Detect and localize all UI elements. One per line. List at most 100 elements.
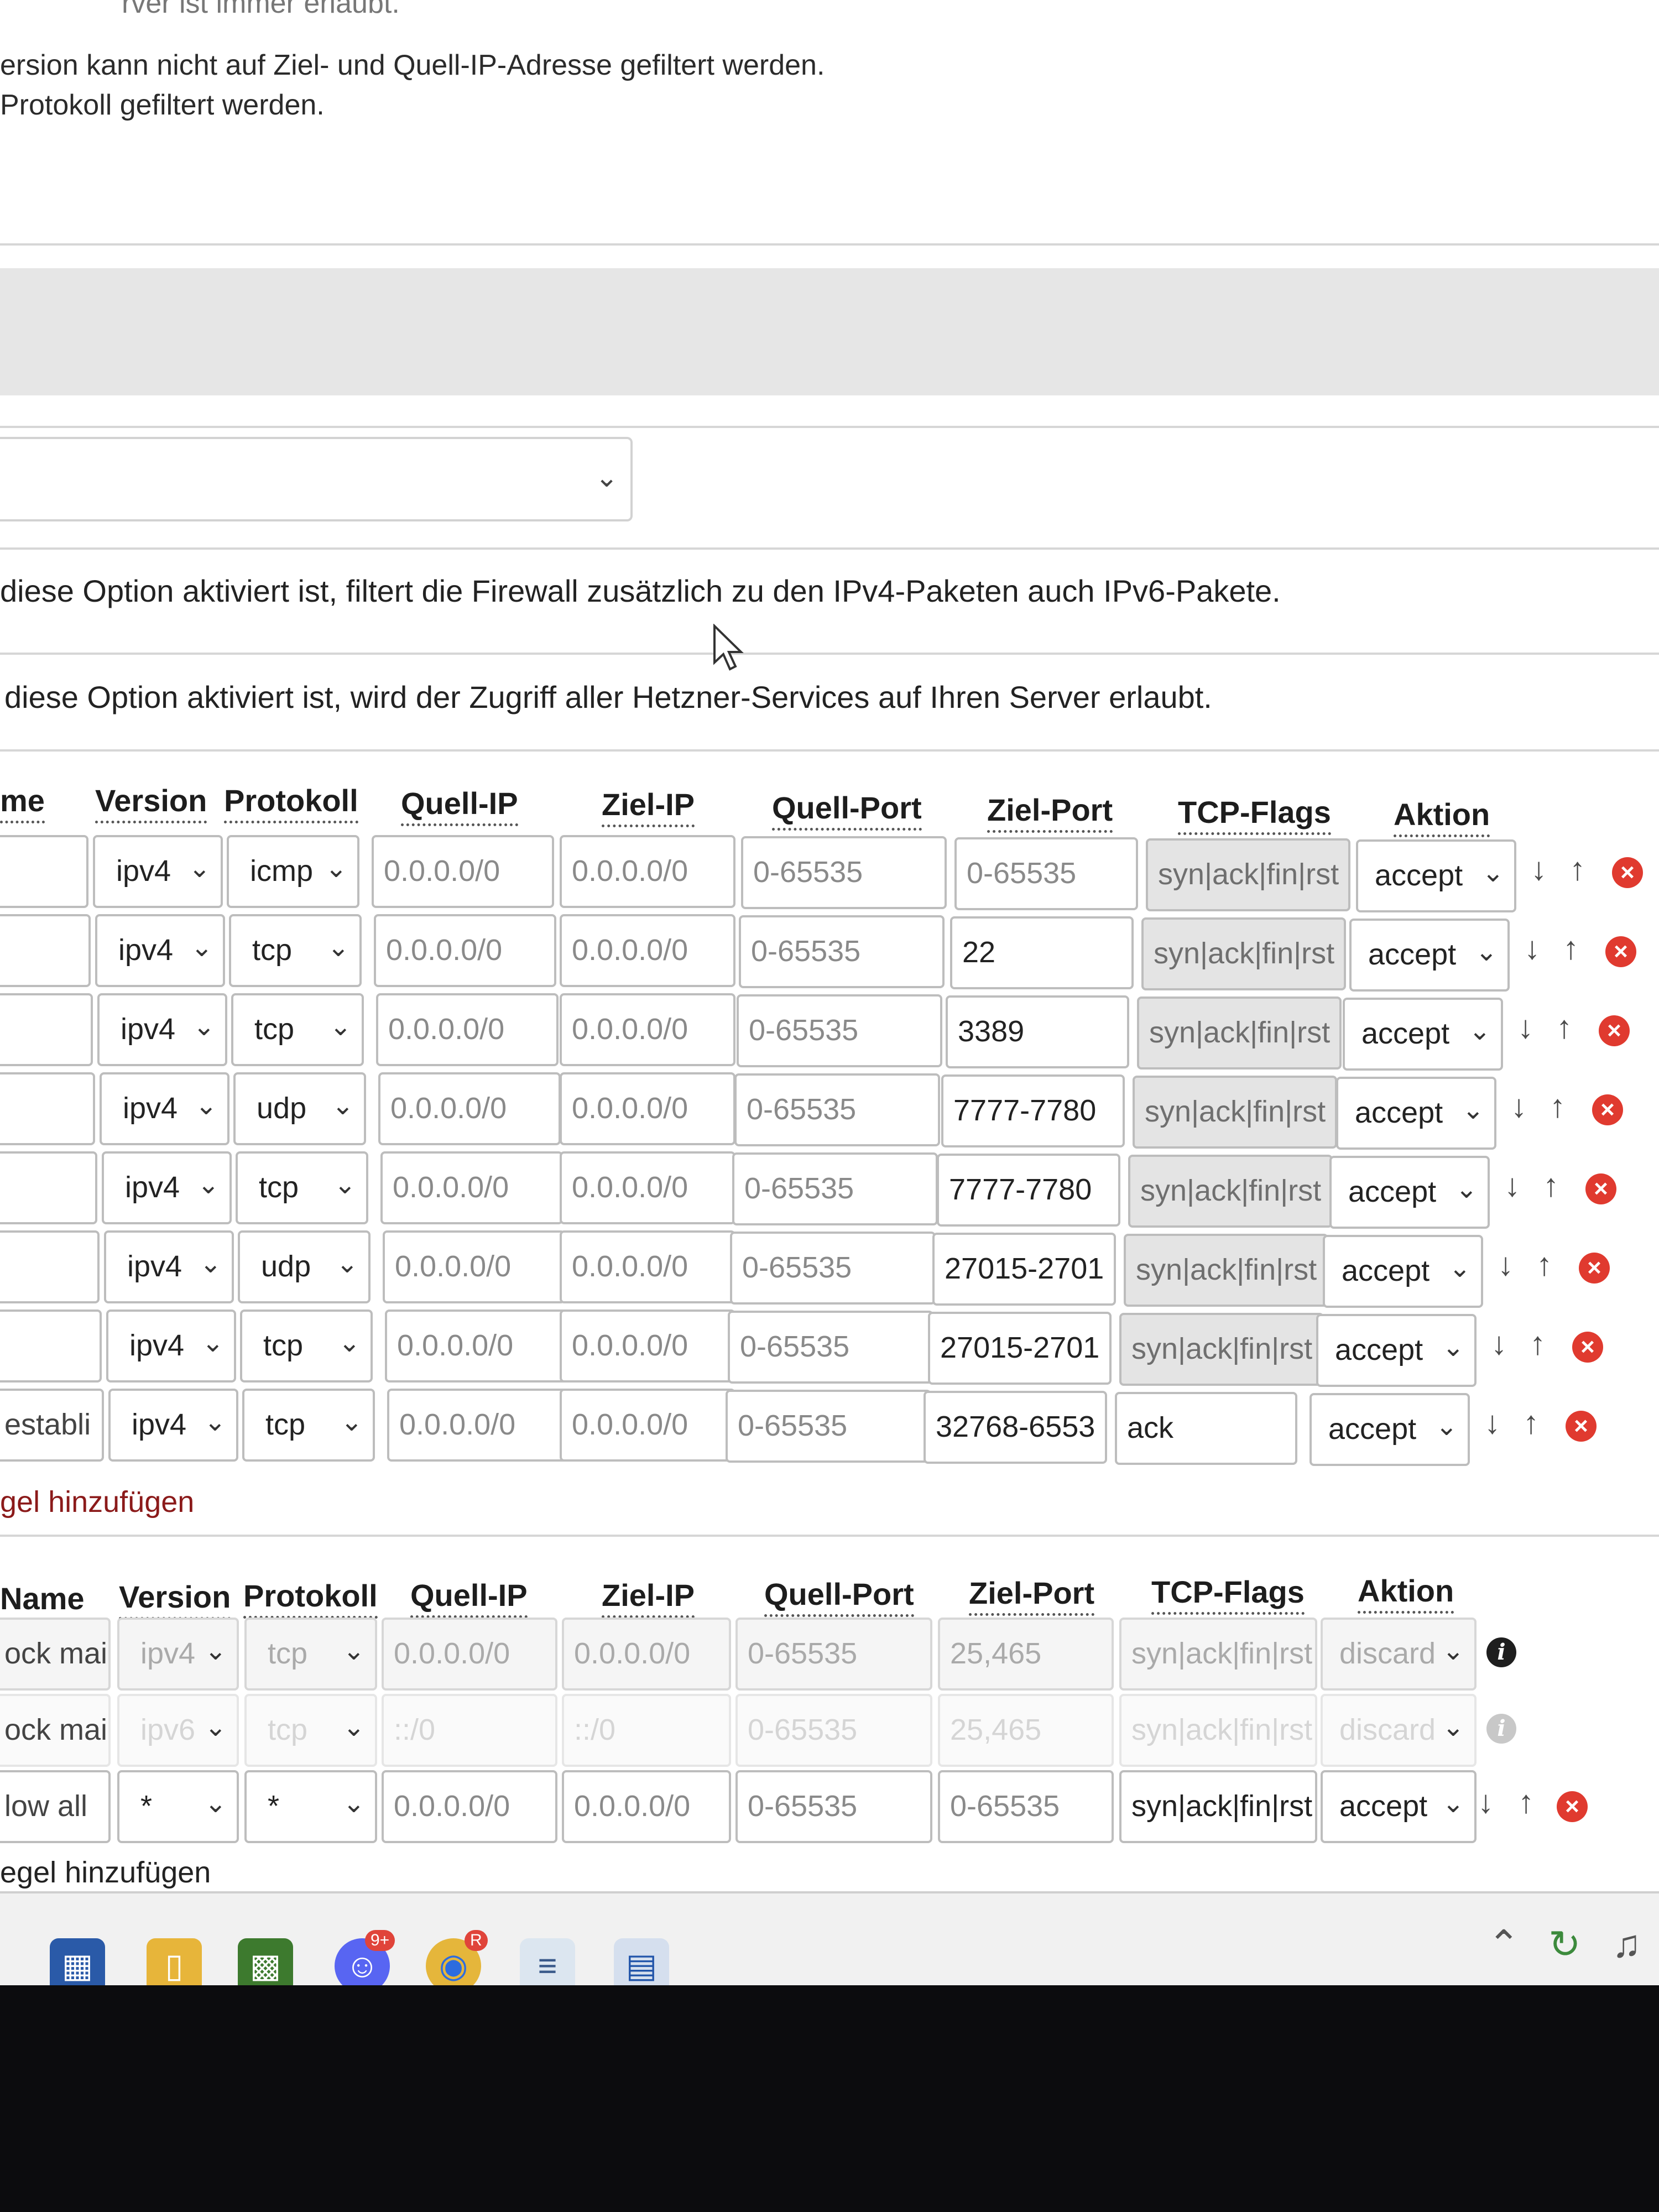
rule-name-input[interactable]: low all bbox=[0, 1770, 111, 1843]
move-up-icon[interactable]: ↑ bbox=[1550, 1088, 1566, 1125]
tcp-flags-input[interactable]: syn|ack|fin|rst bbox=[1137, 997, 1342, 1070]
move-up-icon[interactable]: ↑ bbox=[1569, 851, 1585, 888]
move-down-icon[interactable]: ↓ bbox=[1517, 1009, 1533, 1046]
destination-port-input[interactable]: 32768-6553 bbox=[924, 1391, 1107, 1464]
destination-ip-input[interactable]: 0.0.0.0/0 bbox=[560, 993, 735, 1066]
protocol-select[interactable]: tcp ⌄ bbox=[229, 914, 362, 987]
rule-name-input[interactable] bbox=[0, 914, 91, 987]
source-ip-input[interactable]: 0.0.0.0/0 bbox=[382, 1770, 557, 1843]
header-tcp-flags-2[interactable]: TCP-Flags bbox=[1151, 1574, 1305, 1615]
delete-rule-icon[interactable]: × bbox=[1579, 1253, 1610, 1284]
header-action[interactable]: Aktion bbox=[1394, 796, 1490, 837]
delete-rule-icon[interactable]: × bbox=[1605, 936, 1636, 967]
move-down-icon[interactable]: ↓ bbox=[1511, 1088, 1527, 1125]
rule-name-input[interactable] bbox=[0, 1072, 95, 1145]
delete-rule-icon[interactable]: × bbox=[1572, 1332, 1603, 1363]
header-source-port-2[interactable]: Quell-Port bbox=[764, 1576, 914, 1617]
destination-port-input[interactable]: 22 bbox=[950, 916, 1134, 989]
header-action-2[interactable]: Aktion bbox=[1358, 1573, 1454, 1614]
destination-port-input[interactable]: 0-65535 bbox=[938, 1770, 1114, 1843]
destination-ip-input[interactable]: 0.0.0.0/0 bbox=[560, 835, 735, 908]
action-select[interactable]: accept ⌄ bbox=[1356, 839, 1516, 912]
ip-version-select[interactable]: ipv4 ⌄ bbox=[108, 1389, 238, 1462]
move-up-icon[interactable]: ↑ bbox=[1543, 1167, 1559, 1204]
rule-name-input[interactable]: establi bbox=[0, 1389, 104, 1462]
tcp-flags-input[interactable]: syn|ack|fin|rst bbox=[1119, 1770, 1317, 1843]
protocol-select[interactable]: tcp ⌄ bbox=[240, 1310, 373, 1383]
action-select[interactable]: accept ⌄ bbox=[1321, 1770, 1477, 1843]
add-rule-link-2[interactable]: egel hinzufügen bbox=[0, 1855, 211, 1890]
chevron-up-icon[interactable]: ⌃ bbox=[1488, 1922, 1520, 1967]
destination-port-input[interactable]: 0-65535 bbox=[954, 837, 1138, 910]
destination-ip-input[interactable]: 0.0.0.0/0 bbox=[560, 1230, 735, 1303]
source-port-input[interactable]: 0-65535 bbox=[734, 1073, 940, 1146]
destination-port-input[interactable]: 27015-2701 bbox=[928, 1312, 1112, 1385]
source-port-input[interactable]: 0-65535 bbox=[726, 1390, 931, 1463]
source-port-input[interactable]: 0-65535 bbox=[735, 1770, 932, 1843]
header-name[interactable]: me bbox=[0, 782, 45, 823]
header-version[interactable]: Version bbox=[95, 782, 207, 823]
destination-port-input[interactable]: 7777-7780 bbox=[937, 1154, 1120, 1227]
action-select[interactable]: accept ⌄ bbox=[1316, 1314, 1477, 1387]
add-rule-link[interactable]: gel hinzufügen bbox=[0, 1485, 194, 1519]
move-down-icon[interactable]: ↓ bbox=[1484, 1404, 1500, 1441]
header-destination-ip-2[interactable]: Ziel-IP bbox=[602, 1577, 695, 1618]
sync-icon[interactable]: ↻ bbox=[1548, 1922, 1581, 1967]
header-source-ip[interactable]: Quell-IP bbox=[401, 785, 518, 826]
header-source-ip-2[interactable]: Quell-IP bbox=[410, 1577, 528, 1618]
header-destination-port-2[interactable]: Ziel-Port bbox=[969, 1575, 1095, 1616]
firewall-template-select[interactable]: ⌄ bbox=[0, 437, 633, 521]
tcp-flags-input[interactable]: ack bbox=[1115, 1392, 1297, 1465]
delete-rule-icon[interactable]: × bbox=[1599, 1015, 1630, 1046]
source-port-input[interactable]: 0-65535 bbox=[737, 994, 942, 1067]
action-select[interactable]: accept ⌄ bbox=[1336, 1077, 1496, 1150]
ip-version-select[interactable]: ipv4 ⌄ bbox=[95, 914, 225, 987]
protocol-select[interactable]: udp ⌄ bbox=[233, 1072, 366, 1145]
tcp-flags-input[interactable]: syn|ack|fin|rst bbox=[1124, 1234, 1328, 1307]
source-port-input[interactable]: 0-65535 bbox=[732, 1152, 938, 1225]
move-down-icon[interactable]: ↓ bbox=[1491, 1325, 1507, 1362]
tcp-flags-input[interactable]: syn|ack|fin|rst bbox=[1128, 1155, 1333, 1228]
delete-rule-icon[interactable]: × bbox=[1566, 1411, 1597, 1442]
destination-ip-input[interactable]: 0.0.0.0/0 bbox=[560, 1072, 735, 1145]
source-ip-input[interactable]: 0.0.0.0/0 bbox=[378, 1072, 561, 1145]
move-up-icon[interactable]: ↑ bbox=[1523, 1404, 1539, 1441]
source-ip-input[interactable]: 0.0.0.0/0 bbox=[383, 1230, 565, 1303]
rule-name-input[interactable] bbox=[0, 835, 88, 908]
ip-version-select[interactable]: ipv4 ⌄ bbox=[97, 993, 227, 1066]
destination-ip-input[interactable]: 0.0.0.0/0 bbox=[560, 1310, 735, 1383]
destination-ip-input[interactable]: 0.0.0.0/0 bbox=[560, 1389, 735, 1462]
move-up-icon[interactable]: ↑ bbox=[1530, 1325, 1546, 1362]
destination-port-input[interactable]: 7777-7780 bbox=[941, 1074, 1125, 1147]
destination-ip-input[interactable]: 0.0.0.0/0 bbox=[560, 1151, 735, 1224]
info-icon[interactable]: i bbox=[1486, 1637, 1516, 1667]
move-up-icon[interactable]: ↑ bbox=[1556, 1009, 1572, 1046]
delete-rule-icon[interactable]: × bbox=[1612, 857, 1643, 888]
protocol-select[interactable]: tcp ⌄ bbox=[236, 1151, 368, 1224]
action-select[interactable]: accept ⌄ bbox=[1310, 1393, 1470, 1466]
ip-version-select[interactable]: ipv4 ⌄ bbox=[93, 835, 223, 908]
source-ip-input[interactable]: 0.0.0.0/0 bbox=[387, 1389, 570, 1462]
ip-version-select[interactable]: * ⌄ bbox=[117, 1770, 239, 1843]
destination-port-input[interactable]: 3389 bbox=[946, 995, 1129, 1068]
source-port-input[interactable]: 0-65535 bbox=[739, 915, 945, 988]
source-port-input[interactable]: 0-65535 bbox=[730, 1232, 936, 1305]
header-version-2[interactable]: Version bbox=[119, 1579, 231, 1620]
source-ip-input[interactable]: 0.0.0.0/0 bbox=[374, 914, 556, 987]
move-down-icon[interactable]: ↓ bbox=[1524, 930, 1540, 967]
protocol-select[interactable]: icmp ⌄ bbox=[227, 835, 359, 908]
move-down-icon[interactable]: ↓ bbox=[1478, 1783, 1494, 1820]
header-destination-port[interactable]: Ziel-Port bbox=[987, 792, 1113, 833]
move-down-icon[interactable]: ↓ bbox=[1498, 1246, 1514, 1283]
source-port-input[interactable]: 0-65535 bbox=[728, 1311, 933, 1384]
move-down-icon[interactable]: ↓ bbox=[1531, 851, 1547, 888]
info-icon[interactable]: i bbox=[1486, 1714, 1516, 1744]
action-select[interactable]: accept ⌄ bbox=[1343, 998, 1503, 1071]
source-ip-input[interactable]: 0.0.0.0/0 bbox=[385, 1310, 567, 1383]
rule-name-input[interactable] bbox=[0, 1310, 102, 1383]
tcp-flags-input[interactable]: syn|ack|fin|rst bbox=[1141, 917, 1346, 990]
protocol-select[interactable]: * ⌄ bbox=[244, 1770, 377, 1843]
source-ip-input[interactable]: 0.0.0.0/0 bbox=[376, 993, 559, 1066]
action-select[interactable]: accept ⌄ bbox=[1329, 1156, 1490, 1229]
header-source-port[interactable]: Quell-Port bbox=[772, 790, 922, 831]
